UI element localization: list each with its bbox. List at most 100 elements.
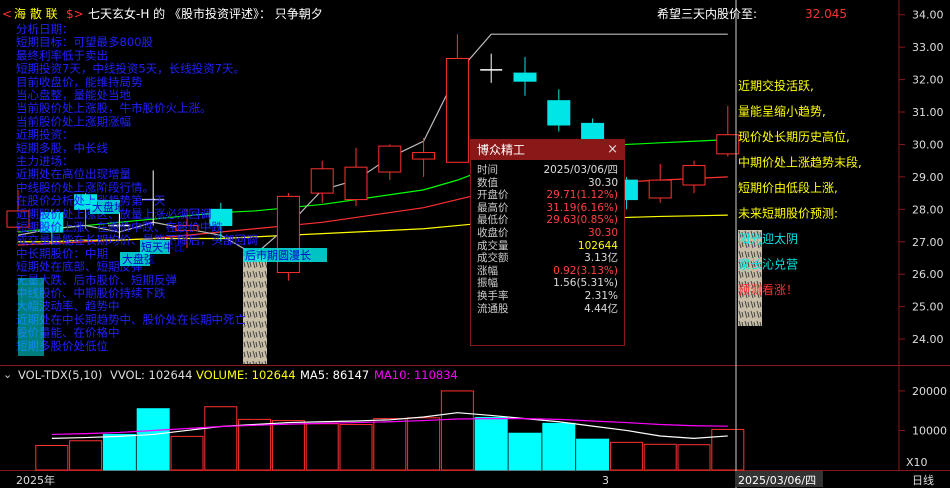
quote-value: 29.63(0.85%): [546, 214, 618, 227]
quote-value: 30.30: [587, 176, 618, 189]
overlay-text-line: 近期投资：: [16, 128, 74, 142]
volume-bar[interactable]: [204, 406, 238, 471]
volume-bar[interactable]: [305, 423, 339, 471]
y-tick-label: 31.00: [912, 106, 944, 119]
prediction-line: 未来短期股价预测:: [738, 207, 838, 221]
year-label: 2025年: [16, 473, 55, 487]
volume-bar[interactable]: [339, 424, 373, 471]
volume-bar[interactable]: [677, 444, 711, 471]
volume-bar[interactable]: [102, 433, 136, 471]
quote-label: 最低价: [477, 214, 509, 227]
quote-value: 4.44亿: [584, 302, 618, 315]
y-tick-label: 26.00: [912, 268, 944, 281]
overlay-text-line: 中长期股价：中期: [16, 246, 108, 260]
y-tick-label: 29.00: [912, 171, 944, 184]
volume-bar[interactable]: [238, 418, 272, 471]
stock-link-prefix[interactable]: <: [2, 7, 12, 21]
stock-link-suffix: $>: [66, 7, 84, 21]
overlay-text-line: 成交量量能在长期均价、量能下降后，头部回调: [16, 233, 258, 247]
volume-bar[interactable]: [576, 438, 610, 471]
overlay-text-line: 最终利率低于卖出: [16, 48, 108, 62]
quote-info-popup[interactable]: 博众精工 × 时间 2025/03/06/四 数值 30.30 开盘价 29.71(1.1…: [470, 139, 625, 346]
stock-name[interactable]: 海 散 联: [14, 6, 58, 21]
volume-bar[interactable]: [136, 408, 170, 471]
quote-label: 振幅: [477, 277, 498, 290]
overlay-text-line: 主力进场：: [16, 154, 74, 168]
overlay-text-line: 近期处在高位出现增量: [16, 167, 131, 181]
volume-bar[interactable]: [407, 417, 441, 471]
quote-row: 换手率 2.31%: [471, 290, 624, 303]
volume-bar[interactable]: [440, 390, 474, 471]
candle-body: [648, 179, 672, 199]
quote-label: 成交额: [477, 252, 509, 265]
overlay-text-line: 当前股价处上涨期涨幅: [16, 114, 131, 128]
volume-bar[interactable]: [643, 443, 677, 471]
overlay-text-line: 短期投资7天，中线投资5天，长线投资7天。: [16, 62, 245, 76]
vol-y-tick-label: 20000: [912, 385, 947, 398]
vol-indicator-name[interactable]: VOL-TDX(5,10): [18, 368, 102, 382]
volume-bar[interactable]: [542, 422, 576, 471]
calligraphy-stamp-left: [243, 256, 267, 364]
volume-bar[interactable]: [69, 440, 103, 471]
volume-value: VOLUME: 102644: [196, 368, 296, 382]
quote-row: 最高价 31.19(6.16%): [471, 202, 624, 215]
overlay-text-line: 目前收盘价，能维持局势: [16, 75, 143, 89]
quote-label: 流通股: [477, 302, 509, 315]
quote-label: 最高价: [477, 201, 509, 214]
overlay-text-line: 短期目标：可望最多800股: [16, 35, 153, 49]
y-tick-label: 24.00: [912, 333, 944, 346]
ma10-value: MA10: 110834: [374, 368, 458, 382]
quote-row: 涨幅 0.92(3.13%): [471, 265, 624, 278]
popup-header[interactable]: 博众精工 ×: [471, 140, 624, 160]
volume-bar[interactable]: [373, 418, 407, 471]
quote-label: 成交量: [477, 239, 509, 252]
prediction-line: 预测看涨！: [738, 282, 798, 297]
overlay-bit: 大盘弦: [122, 252, 155, 266]
volume-bar[interactable]: [170, 435, 204, 471]
quote-value: 1.56(5.31%): [553, 277, 618, 290]
candle-body: [344, 166, 368, 201]
quote-row: 时间 2025/03/06/四: [471, 164, 624, 177]
period-label[interactable]: 日线: [912, 473, 934, 487]
volume-bar[interactable]: [474, 416, 508, 471]
candle-body: [682, 165, 706, 186]
candle-body: [547, 100, 571, 126]
popup-title: 博众精工: [477, 143, 526, 157]
month-label: 3: [602, 474, 609, 487]
quote-row: 成交额 3.13亿: [471, 252, 624, 265]
prediction-line: 家长沁兑营: [738, 257, 798, 272]
y-tick-label: 25.00: [912, 301, 944, 314]
quote-value: 0.92(3.13%): [553, 264, 618, 277]
byline: 七天玄女-H 的 《股市投资评述》： 只争朝夕: [88, 6, 323, 21]
volume-bar[interactable]: [35, 444, 69, 471]
quote-label: 开盘价: [477, 189, 509, 202]
prediction-line: 阳光迎太阴: [738, 231, 798, 246]
y-tick-label: 34.00: [912, 9, 944, 22]
volume-bar[interactable]: [711, 428, 745, 471]
volume-bar[interactable]: [609, 441, 643, 471]
close-icon[interactable]: ×: [607, 140, 618, 160]
vvol-value: VVOL: 102644: [110, 368, 192, 382]
volume-header: ⌄ VOL-TDX(5,10) VVOL: 102644 VOLUME: 102…: [3, 368, 458, 382]
candle-body: [445, 58, 469, 163]
quote-row: 流通股 4.44亿: [471, 303, 624, 316]
overlay-text-line: 近期处在中长期趋势中、股价处在长期中死亡: [16, 312, 246, 326]
volume-bar[interactable]: [508, 432, 542, 471]
quote-row: 收盘价 30.30: [471, 227, 624, 240]
quote-row: 数值 30.30: [471, 177, 624, 190]
overlay-text-line: 中线股价处上涨阶段行情。: [16, 180, 154, 194]
volume-bar[interactable]: [271, 420, 305, 471]
quote-value: 30.30: [587, 226, 618, 239]
prediction-line: 现价处长期历史高位,: [738, 129, 850, 144]
quote-label: 时间: [477, 164, 498, 176]
overlay-bit: 后市期圆漫长: [245, 248, 311, 262]
overlay-bit: 短天牛比: [141, 240, 185, 254]
candle[interactable]: [276, 193, 300, 281]
collapse-icon[interactable]: ⌄: [3, 368, 12, 381]
quote-value: 2025/03/06/四: [543, 164, 618, 176]
candle-body: [378, 145, 402, 173]
overlay-text-line: 短期股价上涨、在股价中跌、在股价中跌: [16, 220, 223, 234]
overlay-text-line: 当心盘整，量能处当地: [16, 88, 131, 102]
prediction-line: 量能呈缩小趋势,: [738, 104, 826, 119]
quote-label: 换手率: [477, 289, 509, 302]
